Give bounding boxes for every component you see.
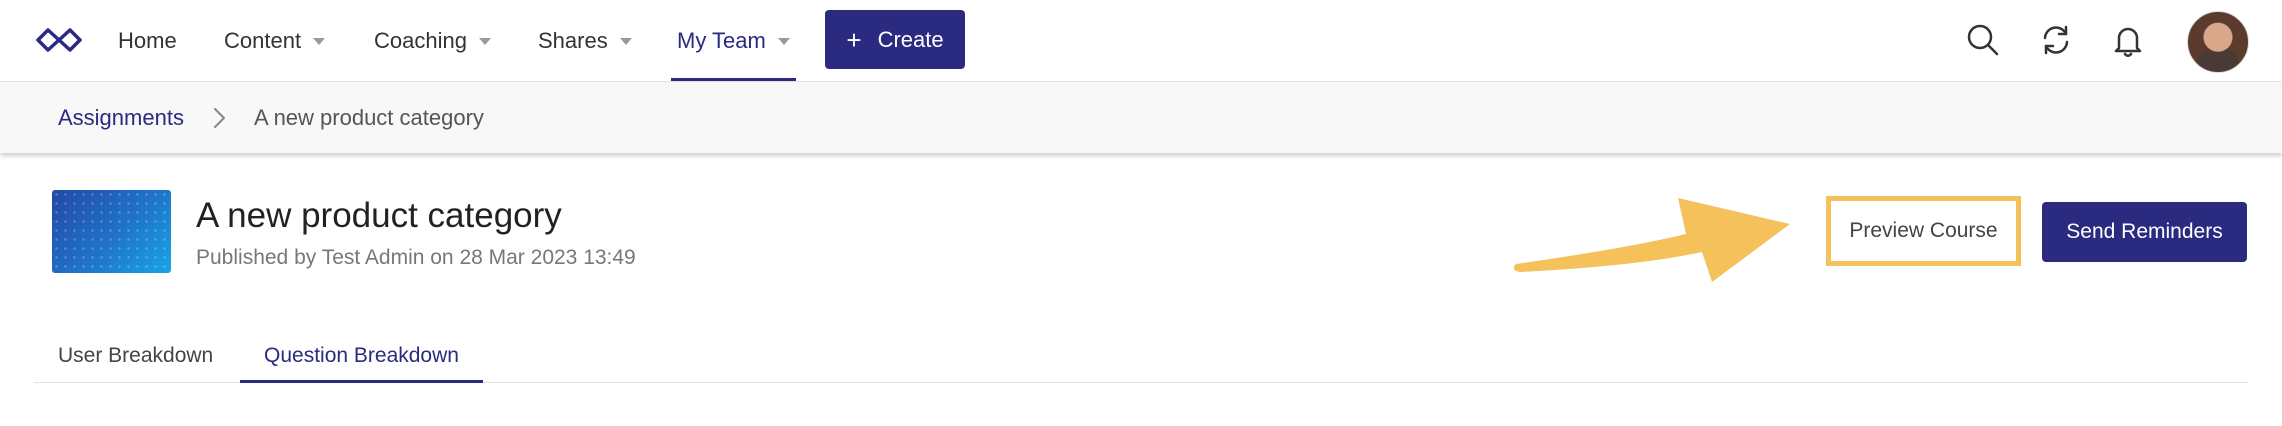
send-reminders-button[interactable]: Send Reminders: [2042, 202, 2247, 262]
tab-user-breakdown[interactable]: User Breakdown: [58, 330, 213, 382]
nav-home-label: Home: [118, 27, 177, 53]
sync-icon[interactable]: [2038, 22, 2074, 58]
nav-my-team[interactable]: My Team: [671, 0, 796, 81]
nav-shares-label: Shares: [538, 27, 608, 53]
preview-course-button[interactable]: Preview Course: [1826, 196, 2021, 266]
chevron-down-icon: [478, 38, 491, 45]
nav-coaching-label: Coaching: [374, 27, 467, 53]
tab-bar: User Breakdown Question Breakdown: [34, 330, 2248, 383]
nav-coaching[interactable]: Coaching: [374, 0, 491, 81]
top-navigation: Home Content Coaching Shares My Team + C…: [0, 0, 2282, 82]
page-title: A new product category: [196, 196, 562, 235]
published-info: Published by Test Admin on 28 Mar 2023 1…: [196, 246, 636, 269]
chevron-down-icon: [313, 38, 326, 45]
nav-content[interactable]: Content: [224, 0, 326, 81]
breadcrumb: Assignments A new product category: [0, 82, 2282, 153]
bell-icon[interactable]: [2110, 22, 2146, 58]
chevron-down-icon: [619, 38, 632, 45]
plus-icon: +: [846, 24, 862, 55]
nav-content-label: Content: [224, 27, 302, 53]
chevron-down-icon: [777, 38, 790, 45]
nav-shares[interactable]: Shares: [538, 0, 632, 81]
search-icon[interactable]: [1965, 22, 2001, 58]
chevron-right-icon: [214, 108, 225, 128]
infinity-logo-icon[interactable]: [34, 25, 84, 55]
nav-my-team-label: My Team: [677, 27, 766, 53]
breadcrumb-assignments-link[interactable]: Assignments: [58, 82, 184, 153]
nav-home[interactable]: Home: [118, 0, 177, 81]
create-button-label: Create: [877, 26, 944, 52]
breadcrumb-current: A new product category: [254, 104, 484, 130]
create-button[interactable]: + Create: [825, 10, 965, 69]
course-thumbnail: [52, 190, 171, 273]
arrow-annotation-icon: [1513, 198, 1790, 282]
avatar[interactable]: [2187, 11, 2249, 73]
tab-question-breakdown[interactable]: Question Breakdown: [240, 330, 483, 383]
